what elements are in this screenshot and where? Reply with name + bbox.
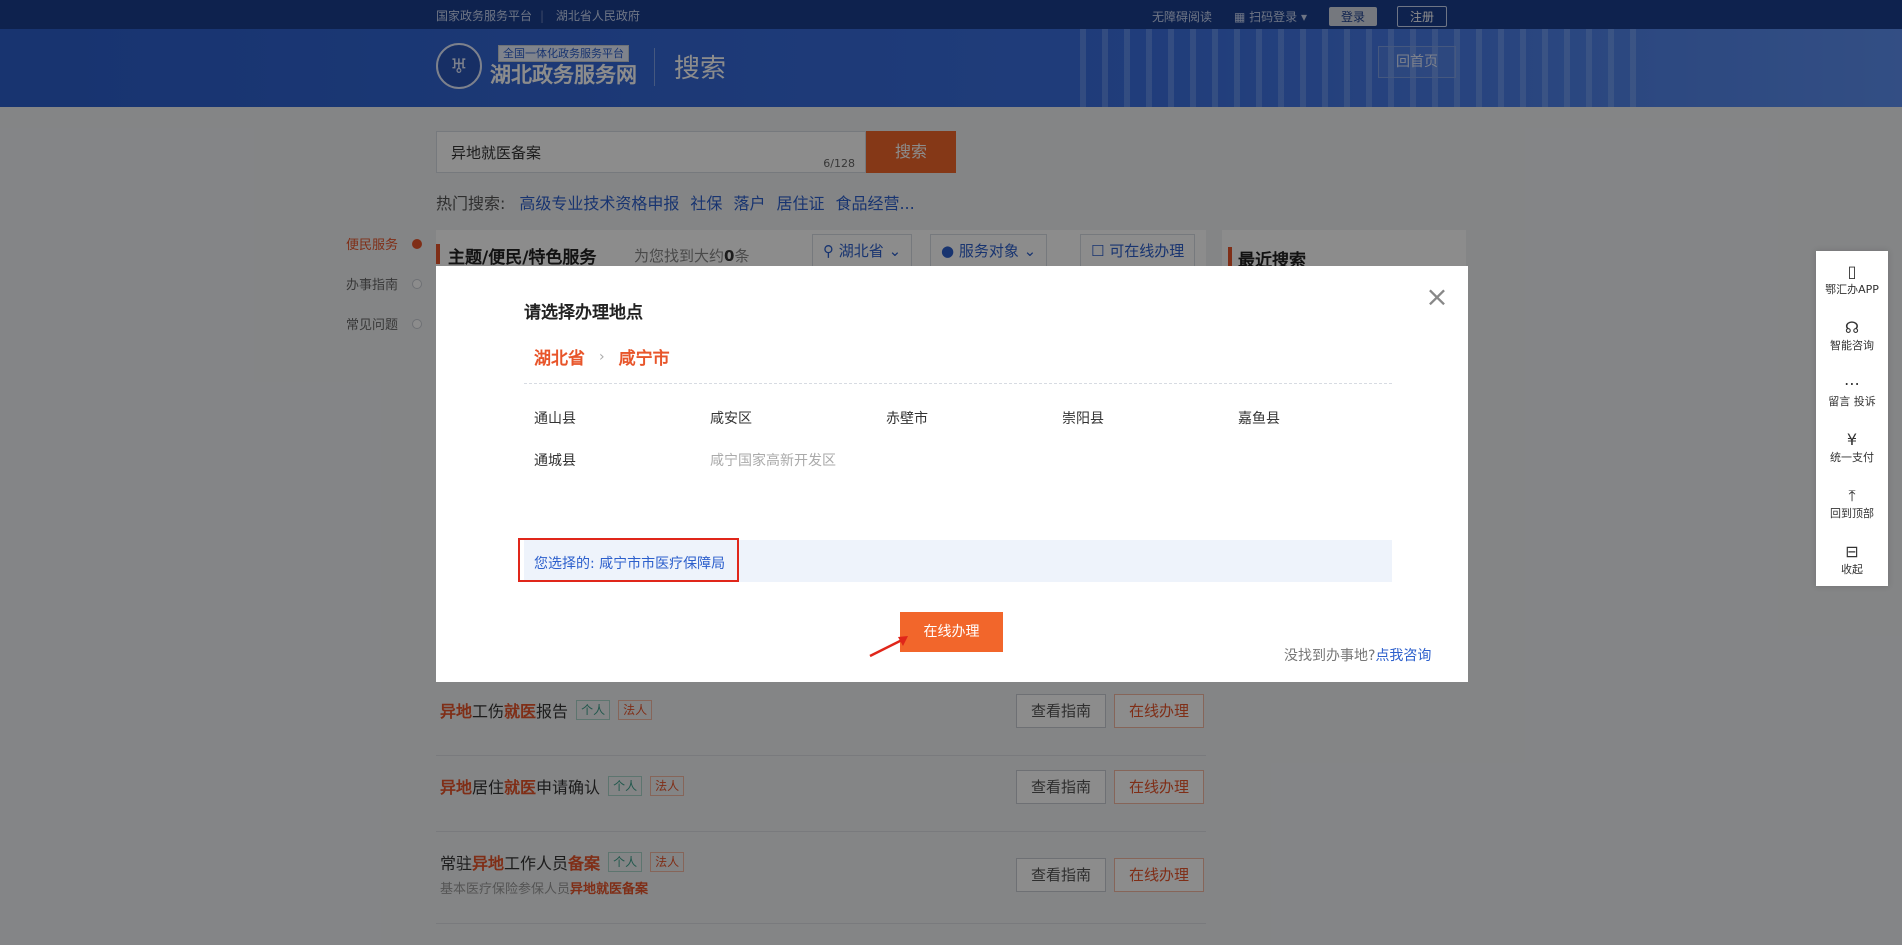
float-item-label: 留言 投诉 [1828,395,1876,408]
selection-text: 您选择的: 咸宁市市医疗保障局 [534,556,726,572]
float-item-label: 统一支付 [1830,451,1874,464]
region-option[interactable]: 通城县 [534,450,710,470]
region-option[interactable]: 通山县 [534,408,710,428]
crumb-city[interactable]: 咸宁市 [619,344,670,369]
yen-icon: ¥ [1846,430,1858,449]
divider [524,383,1392,384]
float-item[interactable]: ▯ 鄂汇办APP [1816,251,1888,307]
float-item-label: 鄂汇办APP [1825,283,1879,296]
selected-value: 咸宁市市医疗保障局 [599,556,726,572]
not-found-hint: 没找到办事地?点我咨询 [1284,648,1432,664]
region-option[interactable]: 咸安区 [710,408,886,428]
headset-icon: ☊ [1844,318,1860,337]
crumb-province[interactable]: 湖北省 [534,344,585,369]
region-option[interactable]: 崇阳县 [1062,408,1238,428]
online-handle-button[interactable]: 在线办理 [900,612,1003,652]
floating-toolbar: ▯ 鄂汇办APP ☊ 智能咨询 ⋯ 留言 投诉 ¥ 统一支付 ⤒ 回到顶部 ⊟ 收起 [1816,251,1888,586]
region-option[interactable]: 嘉鱼县 [1238,408,1414,428]
phone-icon: ▯ [1847,262,1857,281]
region-option-disabled: 咸宁国家高新开发区 [710,453,836,469]
float-item-label: 收起 [1841,563,1863,576]
float-item[interactable]: ⤒ 回到顶部 [1816,475,1888,531]
chevron-right-icon: › [599,348,605,365]
message-icon: ⋯ [1844,374,1860,393]
close-icon[interactable]: × [1424,283,1450,311]
region-option[interactable]: 赤壁市 [886,408,1062,428]
red-arrow-annotation [869,636,908,658]
float-item[interactable]: ¥ 统一支付 [1816,419,1888,475]
consult-link[interactable]: 点我咨询 [1375,648,1431,664]
location-breadcrumb: 湖北省 › 咸宁市 [534,344,670,370]
float-item[interactable]: ⋯ 留言 投诉 [1816,363,1888,419]
float-item-label: 智能咨询 [1830,339,1874,352]
top-icon: ⤒ [1848,486,1856,505]
float-item[interactable]: ⊟ 收起 [1816,531,1888,587]
region-grid: 通山县 咸安区 赤壁市 崇阳县 嘉鱼县 通城县 咸宁国家高新开发区 [534,408,1414,470]
modal-title: 请选择办理地点 [524,303,643,323]
float-item-label: 回到顶部 [1830,507,1874,520]
collapse-icon: ⊟ [1845,542,1859,561]
float-item[interactable]: ☊ 智能咨询 [1816,307,1888,363]
location-modal: × 请选择办理地点 湖北省 › 咸宁市 通山县 咸安区 赤壁市 崇阳县 嘉鱼县 … [436,266,1468,682]
